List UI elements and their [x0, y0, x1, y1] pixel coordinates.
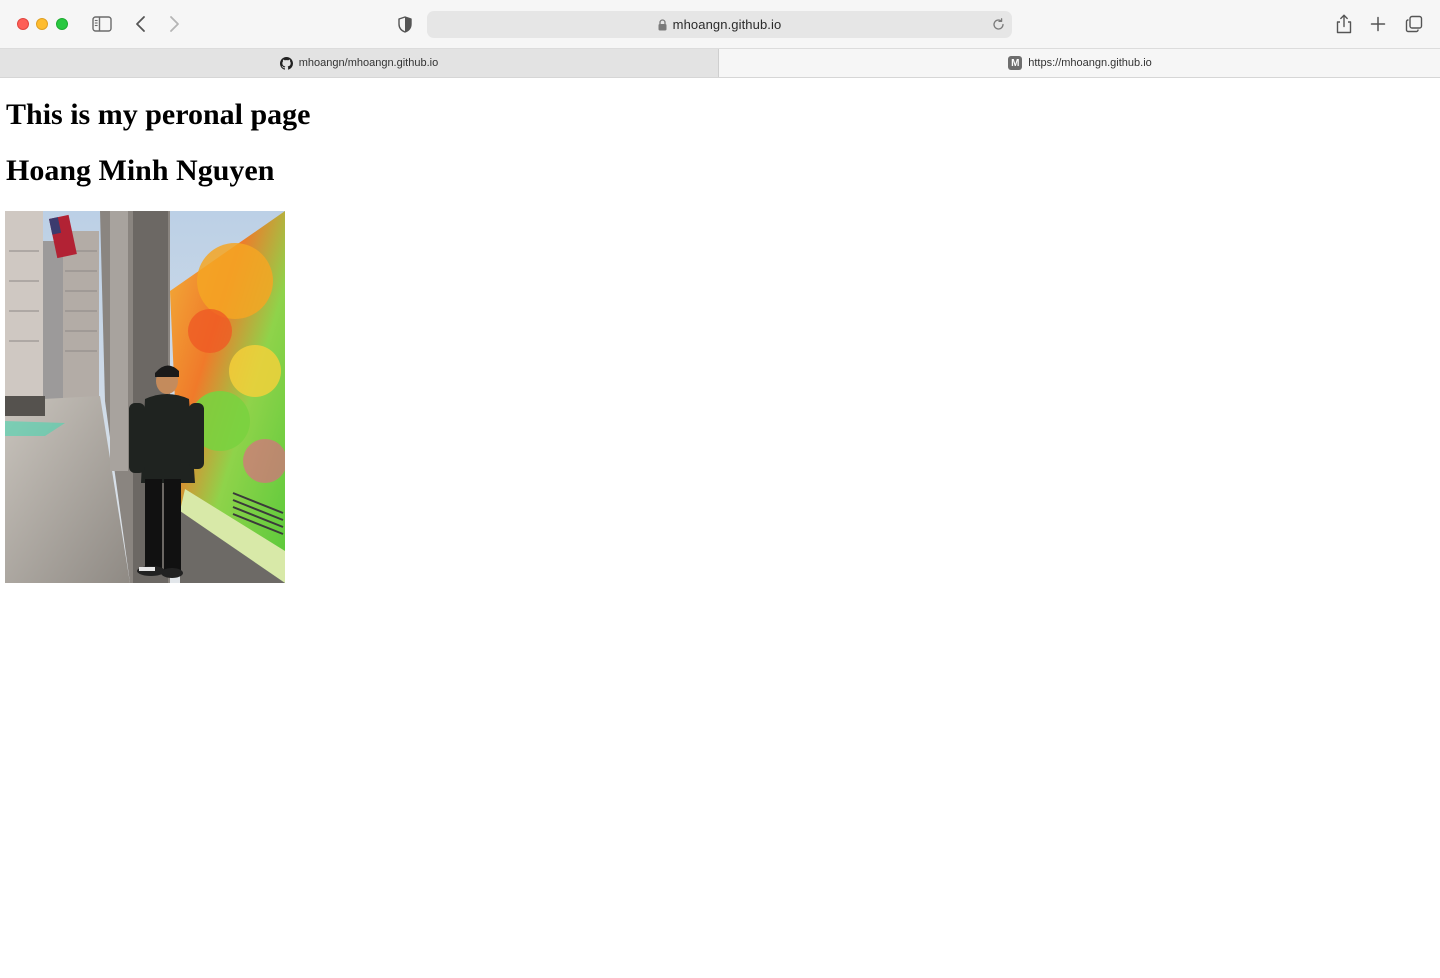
back-icon[interactable]: [130, 12, 152, 36]
new-tab-icon[interactable]: [1367, 12, 1389, 36]
tab-label: mhoangn/mhoangn.github.io: [298, 57, 439, 69]
tab-github-repo[interactable]: mhoangn/mhoangn.github.io: [0, 49, 719, 77]
profile-photo: [5, 211, 285, 583]
close-window-button[interactable]: [17, 18, 29, 30]
reload-icon[interactable]: [991, 17, 1006, 32]
address-text: mhoangn.github.io: [672, 17, 782, 32]
m-favicon-icon: M: [1008, 56, 1023, 70]
minimize-window-button[interactable]: [36, 18, 48, 30]
privacy-shield-icon[interactable]: [394, 12, 416, 36]
zoom-window-button[interactable]: [56, 18, 68, 30]
browser-toolbar: mhoangn.github.io: [0, 0, 1440, 49]
tab-label: https://mhoangn.github.io: [1028, 57, 1152, 69]
address-bar[interactable]: mhoangn.github.io: [427, 11, 1012, 38]
share-icon[interactable]: [1333, 12, 1355, 36]
profile-photo-illustration: [5, 211, 285, 583]
tab-personal-page[interactable]: M https://mhoangn.github.io: [720, 49, 1440, 77]
sidebar-toggle-icon[interactable]: [89, 13, 115, 35]
author-name: Hoang Minh Nguyen: [6, 154, 275, 187]
tab-overview-icon[interactable]: [1403, 12, 1425, 36]
github-icon: [279, 56, 293, 70]
lock-icon: [658, 18, 667, 31]
forward-icon[interactable]: [163, 12, 185, 36]
page-content: This is my peronal page Hoang Minh Nguye…: [0, 78, 1440, 978]
tab-bar: mhoangn/mhoangn.github.io M https://mhoa…: [0, 49, 1440, 78]
page-title: This is my peronal page: [6, 98, 311, 131]
